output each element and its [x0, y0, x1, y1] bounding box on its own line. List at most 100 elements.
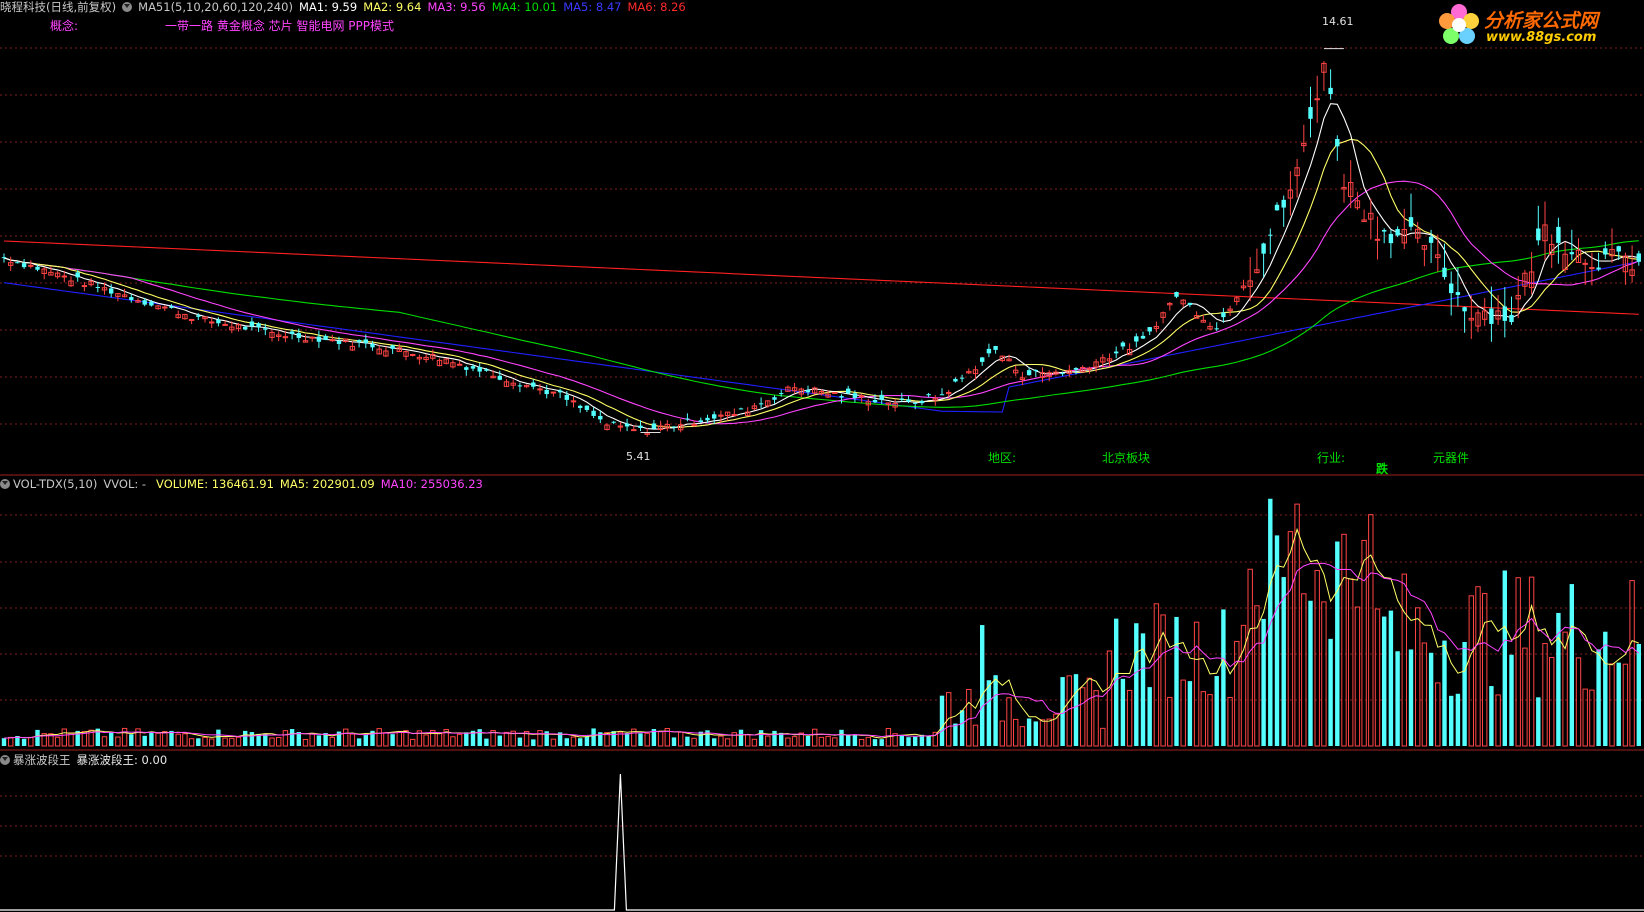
candle-body-down [624, 423, 630, 427]
candle-body-up [456, 363, 463, 366]
candle-body-down [705, 417, 710, 421]
volume-bar-down [1636, 643, 1641, 746]
candle-body-down [1026, 370, 1032, 376]
candle-body-down [1428, 236, 1434, 243]
candle-body-down [1449, 283, 1454, 294]
candle-body-down [557, 390, 563, 393]
volume-bar-up [537, 730, 543, 747]
candle-body-up [858, 395, 865, 398]
logo-name: 分析家公式网 [1484, 10, 1599, 32]
volume-bar-down [578, 738, 583, 746]
candle-body-up [309, 336, 315, 339]
volume-bar-down [1462, 642, 1467, 746]
candle-body-down [470, 366, 476, 369]
volume-bar-up [1013, 718, 1019, 747]
volume-bar-down [758, 730, 764, 746]
candle-body-down [1261, 243, 1266, 254]
volume-bar-up [1153, 603, 1160, 747]
dropdown-icon[interactable] [0, 479, 10, 489]
volume-bar-up [745, 734, 751, 747]
candle-body-up [1374, 238, 1381, 241]
volume-bar-up [1160, 614, 1166, 747]
volume-bar-up [28, 736, 34, 747]
volume-bar-down [638, 733, 643, 746]
volume-bar-up [1006, 697, 1012, 747]
candle-body-down [584, 405, 590, 410]
volume-bar-down [899, 735, 904, 746]
candle-body-up [537, 388, 543, 391]
volume-bar-up [691, 737, 697, 747]
dropdown-icon[interactable] [122, 2, 133, 12]
ma3-value: MA3: 9.56 [427, 0, 486, 14]
candle-body-down [316, 336, 322, 342]
dropdown-icon[interactable] [0, 755, 10, 765]
volume-bar-up [61, 728, 67, 747]
volume-bar-up [188, 738, 195, 747]
candle-body-down [464, 367, 469, 370]
candle-body-down [598, 415, 603, 420]
candle-body-down [356, 340, 362, 343]
ma3-line [3, 180, 1640, 425]
candle-body-down [852, 393, 858, 398]
volume-bar-down [1382, 616, 1387, 746]
candle-body-down [243, 326, 248, 330]
volume-bar-down [1509, 654, 1514, 746]
volume-bar-down [591, 728, 596, 746]
candle-body-up [188, 319, 195, 322]
candle-body-down [129, 297, 134, 300]
volume-bar-down [1335, 541, 1340, 746]
volume-bar-down [772, 730, 777, 746]
candle-body-down [544, 389, 549, 395]
candle-body-up [631, 429, 637, 432]
indicator-title: 暴涨波段王 [13, 753, 71, 767]
candle-body-up [329, 339, 336, 342]
candle-body-down [531, 382, 536, 387]
candle-body-down [993, 346, 998, 350]
ma2-value: MA2: 9.64 [363, 0, 422, 14]
candle-body-up [1582, 262, 1588, 265]
flower-logo-icon [1439, 4, 1479, 44]
low-price-label: 5.41 [626, 450, 651, 463]
volume-bar-up [376, 728, 382, 747]
ma1-line [3, 103, 1639, 430]
volume-bar-down [109, 732, 114, 746]
volume-bar-up [946, 692, 952, 747]
candle-body-down [651, 423, 657, 429]
volume-bar-down [1603, 631, 1608, 746]
candle-body-down [477, 367, 482, 372]
candle-body-down [839, 396, 844, 398]
ma6-value: MA6: 8.26 [627, 0, 686, 14]
volume-bar-down [1308, 600, 1313, 746]
volume-bar-up [202, 736, 208, 747]
price-panel-header: 晓程科技(日线,前复权) MA51(5,10,20,60,120,240) MA1:… [0, 0, 692, 14]
candle-body-up [550, 391, 557, 394]
logo-url: www.88gs.com [1486, 30, 1597, 45]
candle-body-down [564, 394, 569, 400]
kline-chart-canvas[interactable] [0, 0, 1644, 912]
volume-bar-down [216, 729, 221, 746]
candle-body-down [296, 333, 301, 338]
candle-body-up [410, 353, 416, 356]
candle-body-down [671, 426, 677, 428]
volume-bar-up [1080, 687, 1086, 747]
candle-body-down [1603, 248, 1608, 255]
volume-bar-up [349, 733, 356, 747]
volume-bar-down [1033, 721, 1038, 746]
volume-bar-up [383, 732, 389, 747]
candle-body-down [1033, 369, 1038, 372]
volume-bar-down [611, 731, 616, 746]
volume-bar-down [1569, 584, 1574, 746]
candle-body-down [1536, 228, 1541, 241]
volume-bar-up [1348, 578, 1354, 747]
candle-body-down [1274, 204, 1280, 211]
region-value: 北京板块 [1102, 451, 1151, 465]
volume-bar-down [1395, 651, 1400, 746]
volume-bar-down [953, 723, 958, 746]
volume-bar-down [1187, 681, 1193, 746]
candle-body-down [1174, 292, 1179, 297]
volume-bar-up [1294, 503, 1300, 747]
candle-body-down [95, 286, 100, 288]
candle-body-down [370, 343, 375, 348]
volume-bar-down [1026, 718, 1032, 746]
ma4-value: MA4: 10.01 [491, 0, 558, 14]
